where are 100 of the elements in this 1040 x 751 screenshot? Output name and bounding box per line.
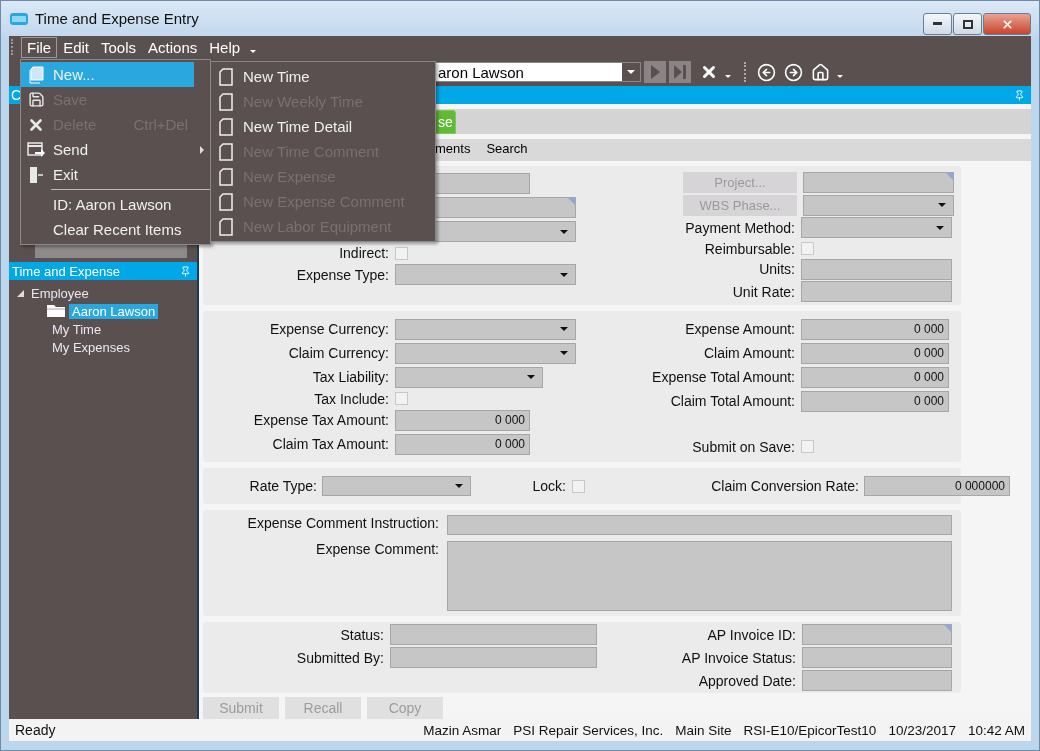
document-icon: [219, 67, 233, 86]
menu-entry[interactable]: Clear Recent Items: [21, 217, 210, 242]
text-field[interactable]: [801, 281, 952, 303]
app-icon: [9, 10, 29, 27]
expand-triangle-icon[interactable]: [17, 289, 24, 297]
close-icon[interactable]: [700, 63, 718, 81]
dropdown-arrow-icon: [936, 225, 944, 230]
field-label: AP Invoice ID:: [707, 626, 796, 643]
text-field[interactable]: [390, 624, 597, 645]
status-message: Ready: [15, 722, 56, 738]
door-icon: [28, 165, 44, 184]
maximize-icon: [962, 19, 973, 29]
pin-icon[interactable]: [180, 265, 191, 277]
field-label: Expense Amount:: [685, 321, 795, 337]
dropdown-field[interactable]: [322, 476, 471, 496]
field-label: Submit on Save:: [692, 438, 795, 455]
documents-icon: [28, 65, 44, 84]
menu-item[interactable]: Edit: [57, 36, 96, 58]
save-icon: [27, 91, 45, 108]
checkbox[interactable]: [395, 246, 408, 260]
text-field[interactable]: 0 000: [395, 433, 530, 455]
dropdown-arrow-icon: [627, 70, 635, 74]
window-title: Time and Expense Entry: [35, 10, 199, 27]
text-field[interactable]: [390, 647, 597, 668]
menu-item[interactable]: Actions: [142, 36, 204, 58]
field-label: Claim Conversion Rate:: [711, 478, 859, 494]
document-icon: [219, 92, 233, 111]
field-label: Expense Tax Amount:: [253, 412, 389, 428]
text-field[interactable]: [801, 258, 952, 280]
field-label: Units:: [759, 261, 795, 278]
menu-entry[interactable]: New Time: [211, 64, 435, 89]
checkbox[interactable]: [572, 479, 585, 493]
tree-item[interactable]: Employee: [28, 285, 92, 301]
dropdown-field[interactable]: [434, 221, 576, 242]
home-icon[interactable]: [811, 62, 830, 82]
text-field[interactable]: [434, 197, 576, 218]
text-field[interactable]: 0 000: [801, 342, 949, 364]
menu-item[interactable]: Help: [203, 36, 247, 58]
sub-tab[interactable]: ments: [435, 141, 471, 159]
dropdown-field[interactable]: [801, 217, 952, 239]
sub-tab[interactable]: Search: [486, 141, 528, 159]
tree-item[interactable]: My Expenses: [49, 339, 134, 355]
field-label: Claim Amount:: [703, 345, 795, 361]
status-item: 10/23/2017: [888, 722, 956, 738]
play-icon[interactable]: [644, 61, 666, 83]
text-field[interactable]: 0 000: [395, 409, 530, 431]
caret-icon[interactable]: [837, 74, 843, 78]
minimize-button[interactable]: [923, 13, 952, 35]
back-icon[interactable]: [757, 62, 776, 82]
menu-entry[interactable]: Send: [21, 137, 210, 162]
checkbox[interactable]: [801, 242, 814, 255]
document-icon: [219, 217, 233, 236]
text-field[interactable]: [801, 670, 952, 691]
text-field[interactable]: [447, 515, 952, 535]
checkbox[interactable]: [801, 440, 814, 453]
dropdown-field[interactable]: [395, 264, 576, 285]
caret-icon[interactable]: [250, 49, 257, 53]
status-item: RSI-E10/EpicorTest10: [743, 722, 877, 738]
comment-field[interactable]: [447, 541, 952, 611]
text-field[interactable]: [803, 172, 954, 194]
caret-icon[interactable]: [725, 74, 731, 78]
employee-combobox[interactable]: aron Lawson: [435, 62, 641, 82]
field-label: Indirect:: [339, 245, 389, 261]
skip-end-icon[interactable]: [669, 61, 691, 83]
pin-icon[interactable]: [1014, 89, 1025, 101]
dropdown-field[interactable]: [395, 342, 576, 364]
dropdown-field[interactable]: [395, 366, 543, 388]
tree-item[interactable]: My Time: [49, 321, 105, 337]
field-label: Submitted By:: [296, 649, 384, 666]
panel-title: Time and Expense: [12, 263, 120, 279]
field-label: Rate Type:: [249, 478, 317, 494]
field-label: Claim Total Amount:: [670, 393, 795, 409]
menu-entry[interactable]: New Time Detail: [211, 114, 435, 139]
text-field[interactable]: 0 000: [801, 318, 949, 340]
dropdown-arrow-icon: [560, 351, 568, 355]
forward-icon[interactable]: [784, 62, 803, 82]
text-field[interactable]: 0 000000: [864, 476, 1010, 496]
menu-item[interactable]: File: [21, 36, 58, 58]
text-field[interactable]: [801, 647, 952, 668]
text-field[interactable]: 0 000: [801, 390, 949, 412]
field-label: Expense Total Amount:: [652, 369, 795, 385]
document-icon: [219, 117, 233, 136]
send-window-icon: [27, 141, 45, 158]
document-icon: [219, 142, 233, 161]
text-field[interactable]: [801, 624, 952, 645]
document-icon: [219, 167, 233, 186]
field-label: Payment Method:: [685, 219, 795, 236]
maximize-button[interactable]: [953, 13, 982, 35]
panel-title: C: [11, 87, 22, 103]
text-field[interactable]: [434, 173, 530, 194]
text-field[interactable]: 0 000: [801, 366, 949, 388]
status-item: 10:42 AM: [967, 722, 1025, 738]
field-label: Unit Rate:: [732, 283, 795, 300]
menu-entry[interactable]: Exit: [21, 162, 210, 187]
menu-item[interactable]: Tools: [95, 36, 143, 58]
dropdown-field[interactable]: [395, 318, 576, 340]
field-label: Expense Type:: [296, 266, 389, 283]
checkbox[interactable]: [395, 392, 408, 405]
dropdown-field[interactable]: [803, 194, 954, 216]
menu-entry[interactable]: ID: Aaron Lawson: [21, 192, 210, 217]
